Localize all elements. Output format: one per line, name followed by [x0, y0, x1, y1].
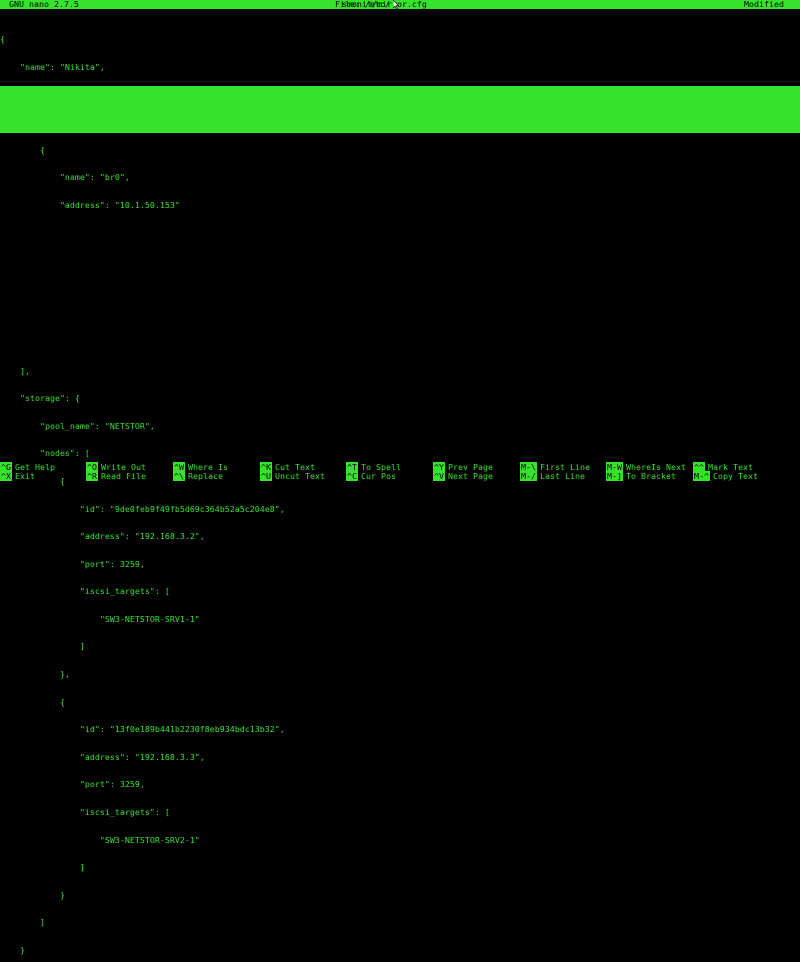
editor-line[interactable]: "nodes": [ [0, 449, 800, 458]
editor-line[interactable]: "address": "10.1.50.153" [0, 200, 800, 210]
editor-line[interactable]: "iscsi_targets": [ [0, 587, 800, 596]
shortcut-key: ^\ [173, 471, 185, 481]
editor-line[interactable]: ] [0, 918, 800, 927]
editor-line[interactable]: "port": 3259, [0, 559, 800, 569]
shortcut-key: ^R [86, 471, 98, 481]
shortcut-key: ^V [433, 471, 445, 481]
shortcut-key: ^C [346, 471, 358, 481]
file-path-rest: smonit/mirror.cfg [342, 0, 427, 9]
shortcut-key: M-/ [520, 471, 537, 481]
editor-line[interactable]: "storage": { [0, 393, 800, 403]
editor-line[interactable]: } [0, 945, 800, 955]
shortcut-label: Read File [101, 471, 146, 481]
shortcut-key: ^U [260, 471, 272, 481]
editor-line[interactable]: "iscsi_targets": [ [0, 807, 800, 817]
editor-line[interactable]: }, [0, 669, 800, 679]
title-bar: GNU nano 2.7.5 File: /etc/smonit/mirror.… [0, 0, 800, 9]
shortcut-read-file[interactable]: ^R Read File [86, 471, 146, 481]
editor-line[interactable]: { [0, 697, 800, 707]
editor-line[interactable]: } [0, 890, 800, 900]
nano-version: GNU nano 2.7.5 [9, 0, 79, 9]
shortcut-uncut-text[interactable]: ^U Uncut Text [260, 471, 325, 481]
shortcut-bar: ^G Get Help ^O Write Out ^W Where Is ^K Cut … [0, 461, 800, 481]
editor-line-selected[interactable]: "name": "enp0s20f1", [0, 283, 800, 293]
editor-line[interactable]: "name": "br0", [0, 173, 800, 182]
shortcut-label: Cur Pos [361, 471, 396, 481]
editor-line[interactable]: "address": "192.168.3.3", [0, 752, 800, 762]
editor-line[interactable]: ] [0, 642, 800, 651]
shortcut-label: Replace [188, 471, 223, 481]
modified-status: Modified [744, 0, 784, 9]
editor-line[interactable]: "virtual_ifaces": [ [0, 117, 800, 127]
shortcut-next-page[interactable]: ^V Next Page [433, 471, 493, 481]
shortcut-label: Next Page [448, 471, 493, 481]
shortcut-key: M-] [606, 471, 623, 481]
shortcut-exit[interactable]: ^X Exit [0, 471, 35, 481]
editor-line[interactable]: ], [0, 366, 800, 376]
editor-line-selected[interactable]: }, [0, 228, 800, 238]
shortcut-label: To Bracket [626, 471, 676, 481]
editor-line-selected[interactable]: "address": "192.168.2.3" [0, 311, 800, 320]
editor-line[interactable]: "pool_name": "NETSTOR", [0, 421, 800, 431]
shortcut-label: Exit [15, 471, 35, 481]
shortcut-cur-pos[interactable]: ^C Cur Pos [346, 471, 396, 481]
editor-line[interactable]: ] [0, 863, 800, 872]
shortcut-label: Uncut Text [275, 471, 325, 481]
editor-line[interactable]: "address": "192.168.3.2", [0, 531, 800, 541]
editor-line-selected[interactable]: } [0, 338, 800, 348]
shortcut-label: Copy Text [713, 471, 758, 481]
shortcut-replace[interactable]: ^\ Replace [173, 471, 223, 481]
editor-line[interactable]: "SW3-NETSTOR-SRV2-1" [0, 835, 800, 845]
editor-area[interactable]: { "name": "Nikita", "timeout": 15, "virt… [0, 17, 800, 962]
shortcut-copy-text[interactable]: M-^ Copy Text [693, 471, 758, 481]
shortcut-last-line[interactable]: M-/Last Line [520, 471, 585, 481]
editor-line[interactable]: "timeout": 15, [0, 90, 800, 100]
editor-line[interactable]: { [0, 145, 800, 155]
editor-line[interactable]: { [0, 35, 800, 44]
editor-line[interactable]: "id": "9de0feb9f49fb5d69c364b52a5c204e8"… [0, 504, 800, 514]
shortcut-key: M-^ [693, 471, 710, 481]
editor-line[interactable]: "SW3-NETSTOR-SRV1-1" [0, 614, 800, 624]
editor-line[interactable]: "name": "Nikita", [0, 62, 800, 72]
mouse-cursor-icon [393, 0, 399, 9]
shortcut-key: ^X [0, 471, 12, 481]
editor-line[interactable]: "port": 3259, [0, 780, 800, 789]
editor-line-selected[interactable]: { [0, 255, 800, 265]
shortcut-to-bracket[interactable]: M-] To Bracket [606, 471, 676, 481]
shortcut-label: Last Line [540, 471, 585, 481]
editor-line[interactable]: "id": "13f0e189b441b2230f8eb934bdc13b32"… [0, 725, 800, 734]
